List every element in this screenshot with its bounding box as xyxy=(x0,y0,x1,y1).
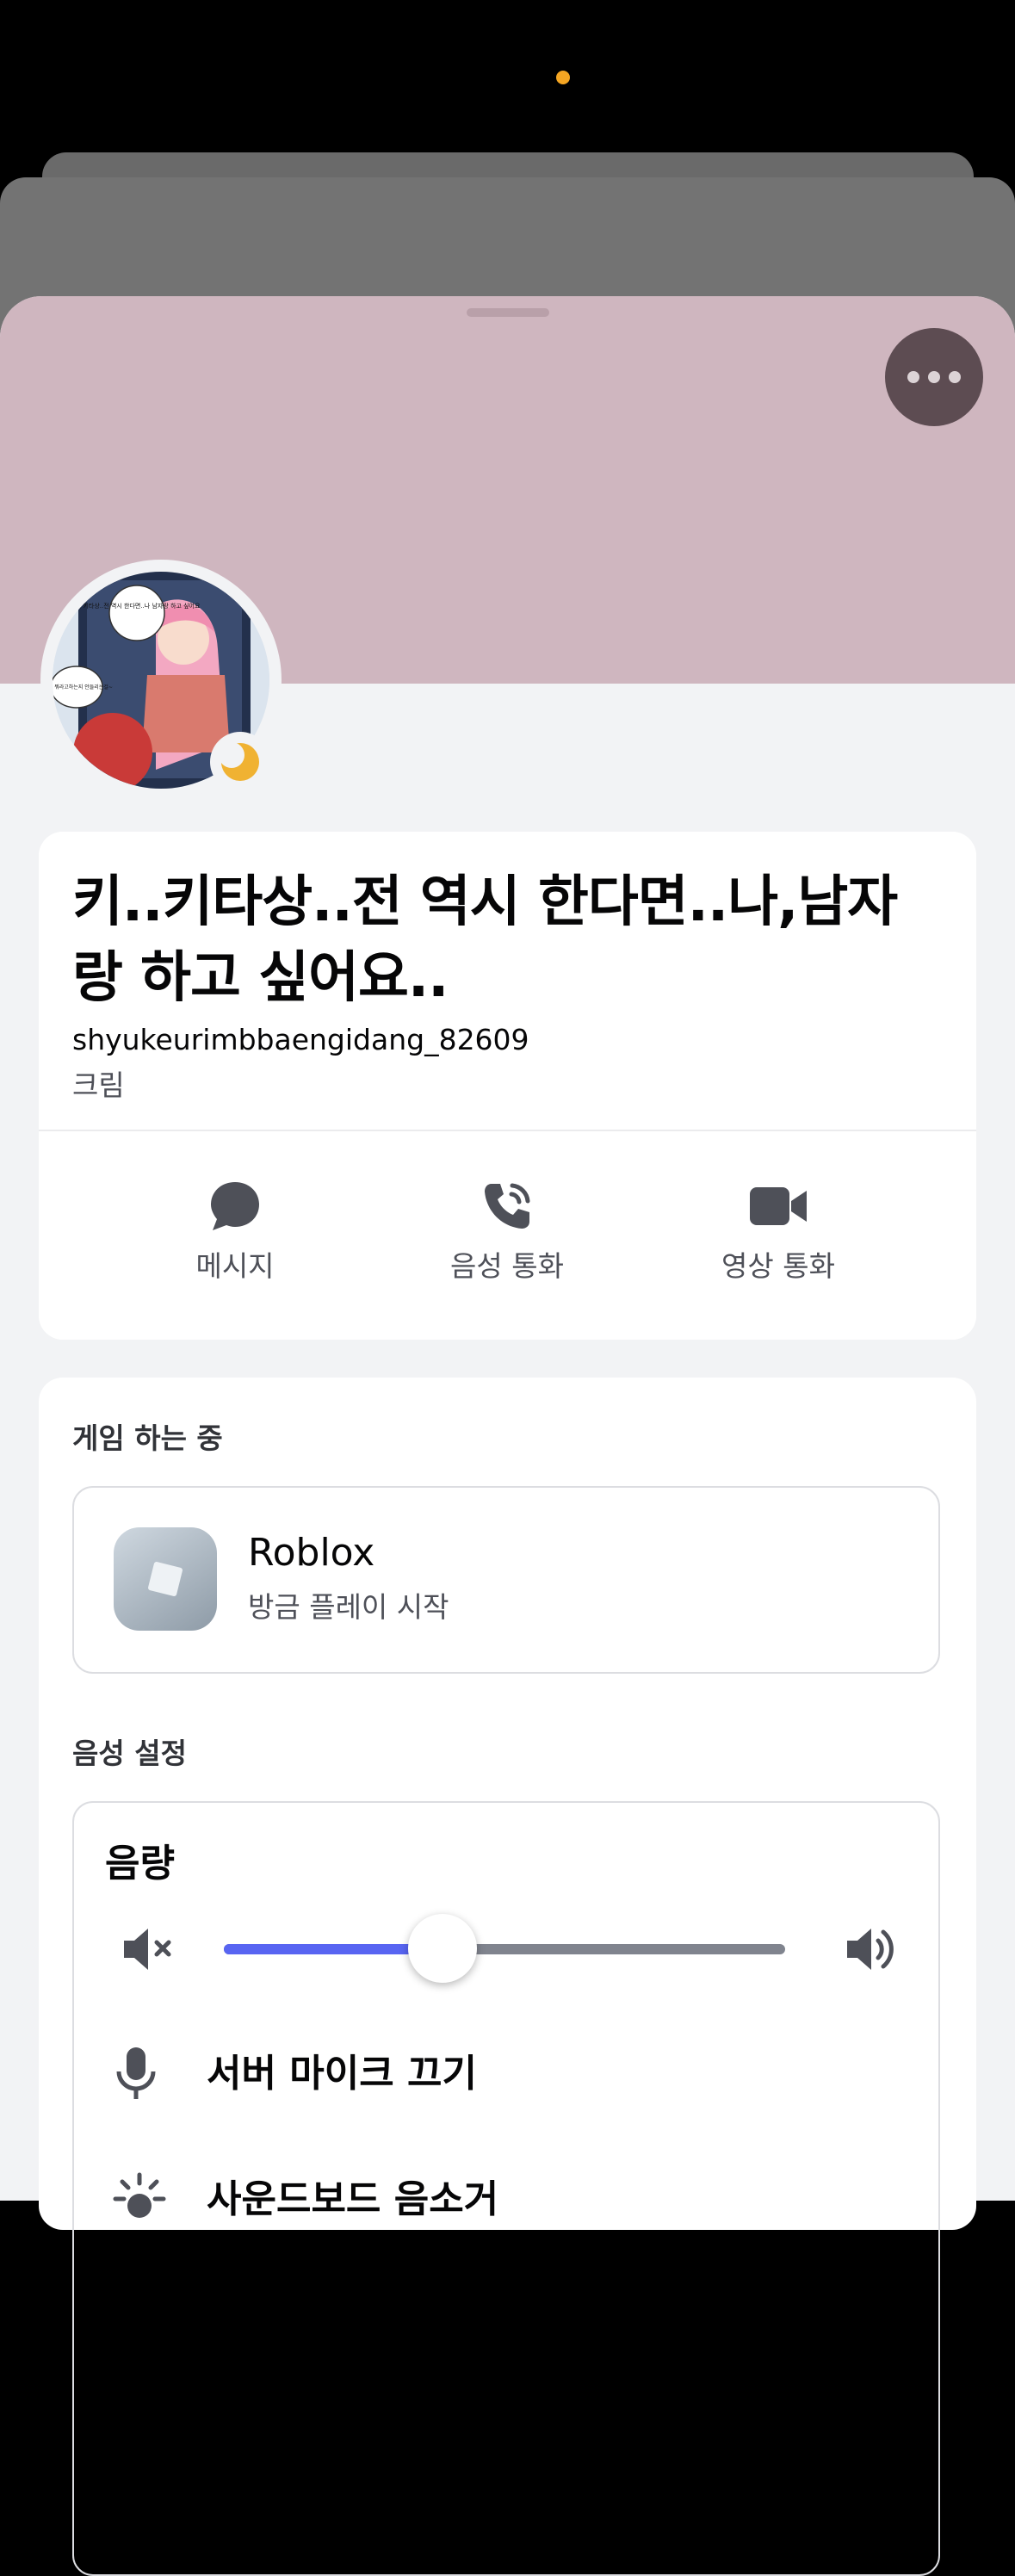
server-mute-row[interactable]: 서버 마이크 끄기 xyxy=(74,2040,938,2109)
video-call-button[interactable]: 영상 통화 xyxy=(649,1176,907,1285)
microphone-icon xyxy=(116,2047,156,2099)
activity-card: 게임 하는 중 Roblox 방금 플레이 시작 음성 설정 음량 서버 마이크… xyxy=(39,1378,976,2576)
phone-call-icon xyxy=(378,1176,636,1236)
voice-settings-box: 음량 서버 마이크 끄기 사운드보드 음소거 xyxy=(72,1801,940,2576)
volume-mute-icon[interactable] xyxy=(121,1923,181,1975)
message-button[interactable]: 메시지 xyxy=(106,1176,364,1285)
volume-up-icon[interactable] xyxy=(844,1923,904,1975)
game-activity[interactable]: Roblox 방금 플레이 시작 xyxy=(72,1486,940,1674)
server-mute-label: 서버 마이크 끄기 xyxy=(207,2052,477,2096)
divider xyxy=(39,1130,976,1131)
soundboard-icon xyxy=(113,2172,166,2218)
soundboard-mute-row[interactable]: 사운드보드 음소거 xyxy=(74,2166,938,2235)
speech-bubble-text: 키, 키타상..전 역시 한다면..나 남자랑 하고 싶어요 xyxy=(74,602,201,610)
volume-slider[interactable] xyxy=(224,1914,785,1983)
username: shyukeurimbbaengidang_82609 xyxy=(72,1023,529,1056)
video-call-label: 영상 통화 xyxy=(721,1249,835,1283)
more-options-button[interactable] xyxy=(885,328,983,426)
sheet-drag-handle[interactable] xyxy=(467,308,549,317)
message-label: 메시지 xyxy=(195,1249,275,1283)
roblox-icon xyxy=(114,1527,217,1631)
video-camera-icon xyxy=(649,1176,907,1236)
volume-slider-thumb[interactable] xyxy=(408,1914,478,1983)
soundboard-mute-label: 사운드보드 음소거 xyxy=(207,2177,499,2221)
dot xyxy=(949,371,961,383)
profile-info-card: 키..키타상..전 역시 한다면..나,남자랑 하고 싶어요.. shyukeu… xyxy=(39,832,976,1340)
activity-section-title: 게임 하는 중 xyxy=(72,1421,223,1455)
voice-section-title: 음성 설정 xyxy=(72,1737,187,1770)
idle-status-icon xyxy=(210,732,270,792)
speech-bubble-text: 으음? 뭐라고하는지 안들리는걸~ xyxy=(53,684,113,690)
voice-call-label: 음성 통화 xyxy=(450,1249,564,1283)
dot xyxy=(907,371,919,383)
camera-indicator-dot xyxy=(556,71,570,84)
game-status: 방금 플레이 시작 xyxy=(248,1590,449,1624)
display-name: 키..키타상..전 역시 한다면..나,남자랑 하고 싶어요.. xyxy=(72,870,898,1010)
game-name: Roblox xyxy=(248,1531,375,1575)
dot xyxy=(928,371,940,383)
pronoun: 크림 xyxy=(72,1068,125,1102)
voice-call-button[interactable]: 음성 통화 xyxy=(378,1176,636,1285)
volume-label: 음량 xyxy=(105,1842,175,1886)
message-icon xyxy=(106,1176,364,1236)
